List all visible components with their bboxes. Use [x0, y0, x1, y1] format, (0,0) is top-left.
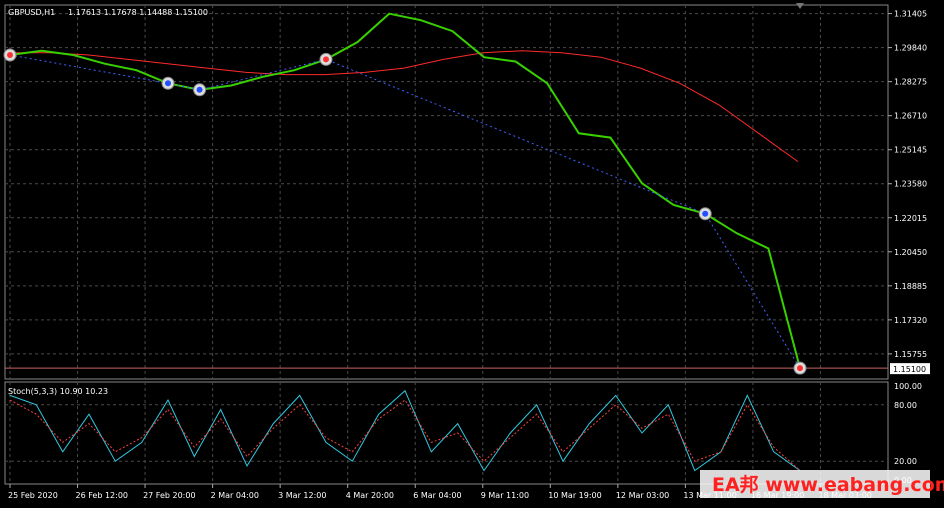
- trade-dot-icon: [323, 56, 329, 63]
- price-tick-label: 1.20450: [894, 248, 927, 257]
- watermark: EA邦 www.eabang.com: [712, 473, 944, 496]
- price-tick-label: 1.29840: [894, 44, 927, 53]
- time-tick-label: 25 Feb 2020: [8, 491, 58, 500]
- time-tick-label: 10 Mar 19:00: [548, 491, 601, 500]
- time-tick-label: 6 Mar 04:00: [413, 491, 461, 500]
- price-tick-label: 1.28275: [894, 78, 927, 87]
- price-tick-label: 1.15755: [894, 350, 927, 359]
- trade-dot-icon: [797, 365, 803, 372]
- current-price-label: 1.15100: [893, 365, 926, 374]
- trade-dot-icon: [7, 52, 13, 59]
- stoch-tick-label: 100.00: [894, 382, 922, 391]
- time-tick-label: 27 Feb 20:00: [143, 491, 195, 500]
- time-tick-label: 26 Feb 12:00: [76, 491, 128, 500]
- stoch-panel[interactable]: [4, 381, 889, 485]
- chart-ohlc-label: 1.17613 1.17678 1.14488 1.15100: [68, 8, 208, 17]
- price-tick-label: 1.18885: [894, 282, 927, 291]
- stoch-tick-label: 20.00: [894, 457, 917, 466]
- trade-dot-icon: [165, 80, 171, 87]
- price-tick-label: 1.26710: [894, 112, 927, 121]
- time-tick-label: 4 Mar 20:00: [346, 491, 394, 500]
- stoch-axis: 100.0080.0020.000.00: [894, 382, 922, 485]
- stoch-tick-label: 80.00: [894, 401, 917, 410]
- price-tick-label: 1.31405: [894, 10, 927, 19]
- time-tick-label: 2 Mar 04:00: [211, 491, 259, 500]
- price-tick-label: 1.23580: [894, 180, 927, 189]
- time-tick-label: 9 Mar 11:00: [481, 491, 529, 500]
- mt4-chart-window[interactable]: 1.15100 1.31405 1.29840 1.28275 1.26710 1.25…: [0, 0, 944, 504]
- stoch-label: Stoch(5,3,3) 10.90 10.23: [8, 387, 108, 396]
- chart-symbol-label: GBPUSD,H1: [8, 8, 55, 17]
- price-tick-label: 1.22015: [894, 214, 927, 223]
- time-tick-label: 12 Mar 03:00: [616, 491, 669, 500]
- time-tick-label: 3 Mar 12:00: [278, 491, 326, 500]
- price-tick-label: 1.25145: [894, 146, 927, 155]
- trade-dot-icon: [702, 210, 709, 217]
- price-tick-label: 1.17320: [894, 316, 927, 325]
- chart-canvas[interactable]: 1.15100 1.31405 1.29840 1.28275 1.26710 1.25…: [0, 0, 944, 504]
- trade-dot-icon: [196, 86, 203, 93]
- price-panel[interactable]: [4, 4, 889, 380]
- price-axis: 1.31405 1.29840 1.28275 1.26710 1.25145 1.235…: [888, 10, 927, 359]
